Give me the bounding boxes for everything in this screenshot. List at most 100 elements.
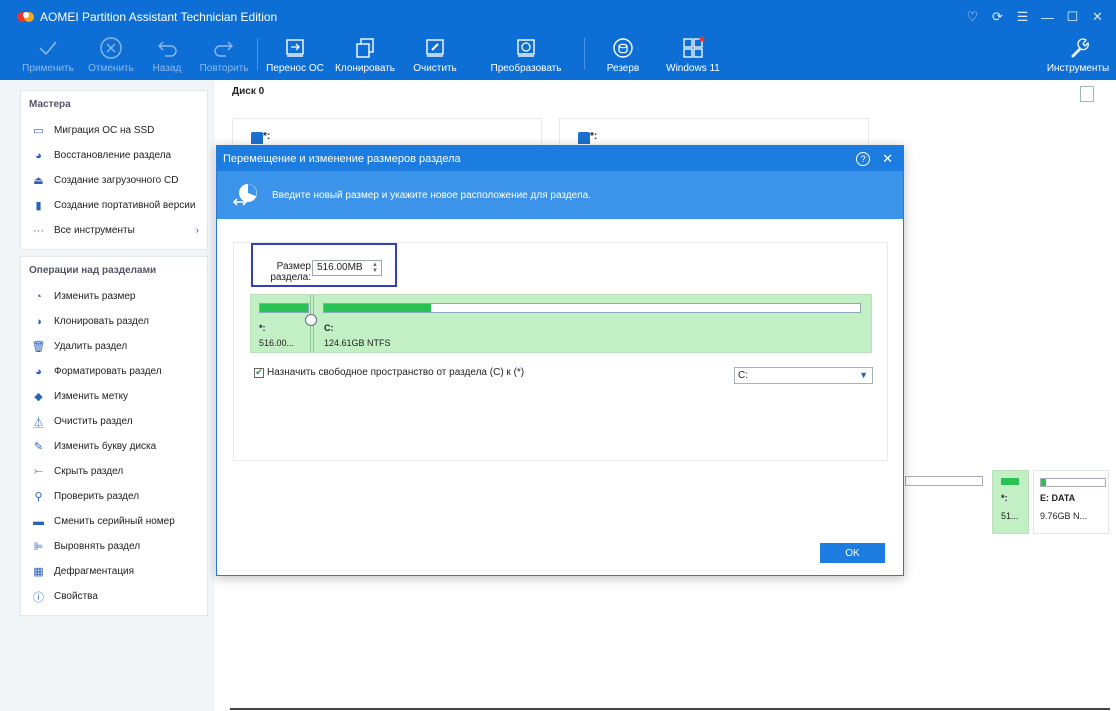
windows-icon bbox=[683, 36, 705, 58]
redo-icon bbox=[214, 41, 233, 57]
partition-usage-bar bbox=[259, 303, 309, 313]
wrench-icon bbox=[1071, 38, 1089, 58]
partition-segment-c[interactable]: C: 124.61GB NTFS bbox=[313, 295, 871, 352]
partition-block[interactable]: E: DATA 9.76GB N... bbox=[1033, 470, 1109, 534]
sidebar-item-os-migration[interactable]: ▭ Миграция ОС на SSD bbox=[21, 118, 207, 143]
convert-button[interactable]: Преобразовать bbox=[486, 34, 566, 80]
sidebar-item-bootable-cd[interactable]: ⏏ Создание загрузочного CD bbox=[21, 168, 207, 193]
sidebar-item-delete-partition[interactable]: 🗑 Удалить раздел bbox=[21, 334, 207, 359]
window-title: AOMEI Partition Assistant Technician Edi… bbox=[40, 10, 278, 24]
size-spinner[interactable]: ▲ ▼ bbox=[372, 262, 378, 274]
sidebar-item-defragment[interactable]: ▦ Дефрагментация bbox=[21, 559, 207, 584]
partition-layout-bar: *: 516.00... C: 124.61GB NTFS bbox=[250, 294, 872, 353]
info-icon: ⓘ bbox=[33, 591, 44, 604]
sidebar-item-check-partition[interactable]: ⚲ Проверить раздел bbox=[21, 484, 207, 509]
apply-button[interactable]: Применить bbox=[18, 34, 78, 80]
serial-number-icon: ▬ bbox=[33, 515, 44, 528]
assign-free-space-checkbox[interactable]: ✔ bbox=[254, 367, 264, 378]
partition-block[interactable]: *: 51... bbox=[992, 470, 1029, 534]
wipe-button[interactable]: Очистить bbox=[404, 34, 466, 80]
tag-icon: ◆ bbox=[34, 391, 43, 403]
partition-usage-bar bbox=[323, 303, 861, 313]
monitor-icon: ▭ bbox=[33, 125, 44, 137]
pencil-icon: ✎ bbox=[33, 441, 44, 453]
ok-button[interactable]: OK bbox=[820, 543, 885, 563]
toolbar-divider bbox=[584, 38, 585, 70]
view-toggle-icon[interactable] bbox=[1080, 86, 1094, 102]
broom-icon: ⏅ bbox=[33, 416, 44, 429]
resize-partition-icon bbox=[233, 184, 257, 206]
format-icon: ◕ bbox=[35, 365, 42, 378]
bottom-edge bbox=[230, 708, 1110, 710]
backup-button[interactable]: Резерв bbox=[598, 34, 648, 80]
resize-move-dialog: Перемещение и изменение размеров раздела… bbox=[216, 145, 904, 576]
dialog-banner: Введите новый размер и укажите новое рас… bbox=[217, 171, 903, 219]
trash-icon: 🗑 bbox=[31, 341, 46, 353]
undo-button[interactable]: Назад bbox=[144, 34, 190, 80]
chevron-right-icon: › bbox=[195, 225, 199, 236]
sidebar-item-align-partition[interactable]: ⊫ Выровнять раздел bbox=[21, 534, 207, 559]
assign-free-space-label: Назначить свободное пространство от разд… bbox=[267, 367, 525, 378]
dropdown-arrow-icon: ▼ bbox=[859, 370, 868, 380]
align-icon: ⊫ bbox=[33, 541, 44, 553]
dialog-body: Размер раздела: 516.00MB ▲ ▼ *: 516.00...… bbox=[233, 242, 888, 461]
windows11-button[interactable]: Windows 11 bbox=[662, 34, 724, 80]
partition-usage-bar bbox=[1040, 478, 1106, 487]
sidebar-item-format-partition[interactable]: ◕ Форматировать раздел bbox=[21, 359, 207, 384]
sidebar-item-clone-partition[interactable]: ◑ Клонировать раздел bbox=[21, 309, 207, 334]
dialog-title-bar: Перемещение и изменение размеров раздела… bbox=[217, 146, 903, 171]
assign-free-space-row[interactable]: ✔ Назначить свободное пространство от ра… bbox=[254, 367, 524, 378]
sidebar-item-partition-recovery[interactable]: ◕ Восстановление раздела bbox=[21, 143, 207, 168]
dialog-close-icon[interactable]: ✕ bbox=[882, 151, 893, 167]
migrate-os-button[interactable]: Перенос ОС bbox=[264, 34, 326, 80]
target-partition-select[interactable]: C: ▼ bbox=[734, 367, 873, 384]
undo-icon bbox=[158, 41, 177, 57]
sidebar-item-change-label[interactable]: ◆ Изменить метку bbox=[21, 384, 207, 409]
partition-card[interactable]: *: bbox=[232, 118, 542, 148]
operations-panel: Операции над разделами ◔ Изменить размер… bbox=[20, 256, 208, 616]
menu-icon[interactable]: ☰ bbox=[1010, 5, 1035, 29]
resize-handle[interactable] bbox=[305, 314, 317, 326]
help-icon[interactable]: ? bbox=[856, 151, 871, 166]
clone-icon bbox=[356, 38, 374, 58]
sidebar-item-all-tools[interactable]: ··· Все инструменты › bbox=[21, 218, 207, 243]
banner-text: Введите новый размер и укажите новое рас… bbox=[272, 189, 592, 201]
maximize-button[interactable]: ☐ bbox=[1060, 5, 1085, 29]
dialog-title: Перемещение и изменение размеров раздела bbox=[223, 152, 461, 165]
sidebar-item-change-serial[interactable]: ▬ Сменить серийный номер bbox=[21, 509, 207, 534]
disk-strip bbox=[903, 470, 989, 536]
sidebar-item-hide-partition[interactable]: ⤚ Скрыть раздел bbox=[21, 459, 207, 484]
clone-button[interactable]: Клонировать bbox=[332, 34, 398, 80]
partition-size-group: Размер раздела: 516.00MB ▲ ▼ bbox=[251, 243, 397, 287]
sidebar-item-properties[interactable]: ⓘ Свойства bbox=[21, 584, 207, 609]
sidebar-item-portable-version[interactable]: ▮ Создание портативной версии bbox=[21, 193, 207, 218]
partition-size-input[interactable]: 516.00MB ▲ ▼ bbox=[312, 260, 382, 276]
sidebar-item-change-drive-letter[interactable]: ✎ Изменить букву диска bbox=[21, 434, 207, 459]
close-button[interactable]: ✕ bbox=[1085, 5, 1110, 29]
cancel-icon bbox=[100, 37, 122, 59]
partition-usage-bar bbox=[905, 476, 983, 486]
upgrade-icon[interactable]: ♡ bbox=[960, 5, 985, 29]
wizards-panel: Мастера ▭ Миграция ОС на SSD ◕ Восстанов… bbox=[20, 90, 208, 250]
partition-segment-star[interactable]: *: 516.00... bbox=[251, 295, 311, 352]
discard-button[interactable]: Отменить bbox=[82, 34, 140, 80]
redo-button[interactable]: Повторить bbox=[196, 34, 252, 80]
minimize-button[interactable]: — bbox=[1035, 5, 1060, 29]
partition-icon bbox=[251, 132, 263, 144]
sidebar-item-resize[interactable]: ◔ Изменить размер bbox=[21, 284, 207, 309]
more-icon: ··· bbox=[33, 224, 44, 237]
migrate-os-icon bbox=[286, 39, 304, 57]
tools-button[interactable]: Инструменты bbox=[1046, 34, 1110, 80]
convert-icon bbox=[517, 39, 535, 57]
magnifier-icon: ⚲ bbox=[34, 491, 43, 503]
title-bar: AOMEI Partition Assistant Technician Edi… bbox=[0, 0, 1116, 34]
wipe-icon bbox=[426, 39, 444, 57]
sidebar-item-wipe-partition[interactable]: ⏅ Очистить раздел bbox=[21, 409, 207, 434]
partition-card[interactable]: *: bbox=[559, 118, 869, 148]
disk-title: Диск 0 bbox=[232, 86, 265, 97]
backup-icon bbox=[613, 38, 633, 58]
wizards-header: Мастера bbox=[29, 99, 71, 110]
toolbar: Применить Отменить Назад Повторить Перен… bbox=[0, 34, 1116, 80]
refresh-icon[interactable]: ⟳ bbox=[985, 5, 1010, 29]
partition-usage-bar bbox=[1001, 478, 1019, 485]
